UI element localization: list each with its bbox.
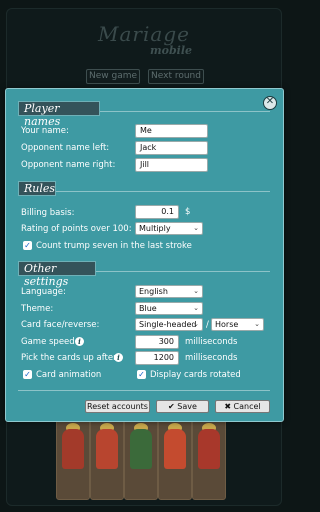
game-speed-label: Game speed: bbox=[21, 337, 78, 347]
pick-up-label: Pick the cards up after: bbox=[21, 353, 120, 363]
language-select-value: English bbox=[139, 287, 168, 296]
chevron-down-icon: ⌄ bbox=[193, 224, 199, 232]
your-name-input[interactable]: Me bbox=[135, 124, 208, 138]
opponent-right-input[interactable]: Jill bbox=[135, 158, 208, 172]
card-face-select[interactable]: Single-headed ⌄ bbox=[135, 318, 203, 331]
currency-unit: $ bbox=[185, 207, 191, 217]
game-speed-unit: milliseconds bbox=[185, 337, 238, 347]
card[interactable] bbox=[90, 416, 124, 500]
next-round-button[interactable]: Next round bbox=[148, 69, 204, 84]
trump-seven-checkbox[interactable]: ✓ bbox=[23, 241, 32, 250]
billing-basis-input[interactable]: 0.1 bbox=[135, 205, 179, 219]
rating-label: Rating of points over 100: bbox=[21, 224, 132, 234]
display-rotated-label: Display cards rotated bbox=[150, 370, 241, 380]
card-reverse-select-value: Horse bbox=[215, 320, 239, 329]
game-speed-input[interactable]: 300 bbox=[135, 335, 179, 349]
divider bbox=[18, 390, 270, 391]
card-face-label: Card face/reverse: bbox=[21, 320, 100, 330]
settings-dialog: ✕ Player names Your name: Me Opponent na… bbox=[5, 88, 284, 422]
theme-select[interactable]: Blue ⌄ bbox=[135, 302, 203, 315]
logo-subtitle: mobile bbox=[150, 44, 193, 57]
card-animation-checkbox[interactable]: ✓ bbox=[23, 370, 32, 379]
divider bbox=[100, 111, 270, 112]
card[interactable] bbox=[158, 416, 192, 500]
info-icon[interactable]: i bbox=[75, 337, 84, 346]
cancel-button[interactable]: ✖ Cancel bbox=[215, 400, 270, 413]
save-button[interactable]: ✔ Save bbox=[156, 400, 209, 413]
chevron-down-icon: ⌄ bbox=[193, 287, 199, 295]
app-logo: Mariage mobile bbox=[0, 22, 288, 57]
display-rotated-checkbox[interactable]: ✓ bbox=[137, 370, 146, 379]
card-reverse-select[interactable]: Horse ⌄ bbox=[211, 318, 264, 331]
trump-seven-label: Count trump seven in the last stroke bbox=[36, 241, 192, 251]
chevron-down-icon: ⌄ bbox=[193, 304, 199, 312]
divider bbox=[56, 191, 270, 192]
section-header-other-settings: Other settings bbox=[18, 261, 96, 288]
card[interactable] bbox=[124, 416, 158, 500]
close-icon[interactable]: ✕ bbox=[263, 96, 277, 110]
rating-select-value: Multiply bbox=[139, 224, 171, 233]
pick-up-input[interactable]: 1200 bbox=[135, 351, 179, 365]
hand-cards bbox=[56, 416, 236, 500]
card-animation-label: Card animation bbox=[36, 370, 102, 380]
language-select[interactable]: English ⌄ bbox=[135, 285, 203, 298]
section-header-player-names: Player names bbox=[18, 101, 100, 128]
reset-accounts-button[interactable]: Reset accounts bbox=[85, 400, 150, 413]
theme-select-value: Blue bbox=[139, 304, 157, 313]
card[interactable] bbox=[56, 416, 90, 500]
billing-basis-label: Billing basis: bbox=[21, 208, 75, 218]
opponent-right-label: Opponent name right: bbox=[21, 160, 116, 170]
card[interactable] bbox=[192, 416, 226, 500]
theme-label: Theme: bbox=[21, 304, 54, 314]
language-label: Language: bbox=[21, 287, 66, 297]
info-icon[interactable]: i bbox=[114, 353, 123, 362]
section-header-rules: Rules bbox=[18, 181, 56, 196]
card-face-select-value: Single-headed bbox=[139, 320, 197, 329]
divider bbox=[96, 271, 270, 272]
opponent-left-label: Opponent name left: bbox=[21, 143, 110, 153]
chevron-down-icon: ⌄ bbox=[193, 320, 199, 328]
opponent-left-input[interactable]: Jack bbox=[135, 141, 208, 155]
card-face-separator: / bbox=[206, 320, 209, 330]
chevron-down-icon: ⌄ bbox=[254, 320, 260, 328]
rating-select[interactable]: Multiply ⌄ bbox=[135, 222, 203, 235]
logo-title: Mariage bbox=[98, 22, 190, 46]
pick-up-unit: milliseconds bbox=[185, 353, 238, 363]
your-name-label: Your name: bbox=[21, 126, 69, 136]
new-game-button[interactable]: New game bbox=[86, 69, 140, 84]
